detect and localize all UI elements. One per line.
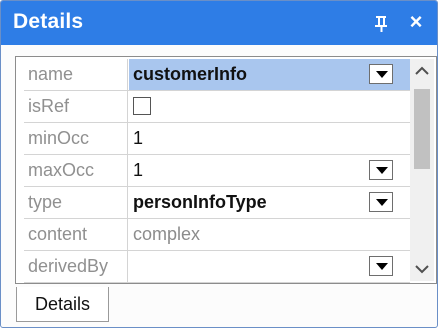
maxocc-value-text[interactable]: 1 [133, 160, 143, 180]
property-label-content: content [24, 219, 128, 250]
scrollbar-thumb[interactable] [414, 89, 430, 169]
name-value-text[interactable]: customerInfo [133, 64, 247, 84]
property-label-derivedby: derivedBy [24, 251, 128, 282]
property-label-maxocc: maxOcc [24, 155, 128, 186]
property-value-maxocc[interactable]: 1 [129, 155, 410, 186]
property-row-isref[interactable]: isRef [24, 91, 410, 123]
name-dropdown-button[interactable] [369, 64, 393, 84]
property-value-name[interactable]: customerInfo [129, 59, 410, 90]
details-panel: Details × name customerInfo isRef minOcc… [0, 0, 438, 328]
scroll-up-icon[interactable] [410, 59, 434, 83]
title-bar[interactable]: Details × [1, 1, 437, 45]
scroll-down-icon[interactable] [410, 257, 434, 281]
property-label-isref: isRef [24, 91, 128, 122]
property-row-content[interactable]: content complex [24, 219, 410, 251]
property-value-type[interactable]: personInfoType [129, 187, 410, 218]
property-row-name[interactable]: name customerInfo [24, 59, 410, 91]
property-label-minocc: minOcc [24, 123, 128, 154]
type-dropdown-button[interactable] [369, 192, 393, 212]
property-label-name: name [24, 59, 128, 90]
isref-checkbox[interactable] [133, 97, 151, 115]
panel-title: Details [13, 10, 84, 33]
property-row-minocc[interactable]: minOcc 1 [24, 123, 410, 155]
type-value-text[interactable]: personInfoType [133, 192, 267, 212]
property-value-minocc[interactable]: 1 [129, 123, 410, 154]
property-row-maxocc[interactable]: maxOcc 1 [24, 155, 410, 187]
close-icon[interactable]: × [404, 10, 428, 34]
derivedby-dropdown-button[interactable] [369, 256, 393, 276]
pin-icon[interactable] [373, 13, 391, 33]
property-row-derivedby[interactable]: derivedBy [24, 251, 410, 283]
maxocc-dropdown-button[interactable] [369, 160, 393, 180]
property-label-type: type [24, 187, 128, 218]
property-grid: name customerInfo isRef minOcc 1 maxOcc [15, 56, 437, 284]
property-row-type[interactable]: type personInfoType [24, 187, 410, 219]
property-rows: name customerInfo isRef minOcc 1 maxOcc [24, 59, 410, 283]
property-value-derivedby[interactable] [129, 251, 410, 282]
property-value-content: complex [133, 224, 201, 244]
tab-details[interactable]: Details [16, 287, 109, 322]
vertical-scrollbar[interactable] [410, 59, 434, 281]
property-value-isref[interactable] [129, 91, 410, 122]
